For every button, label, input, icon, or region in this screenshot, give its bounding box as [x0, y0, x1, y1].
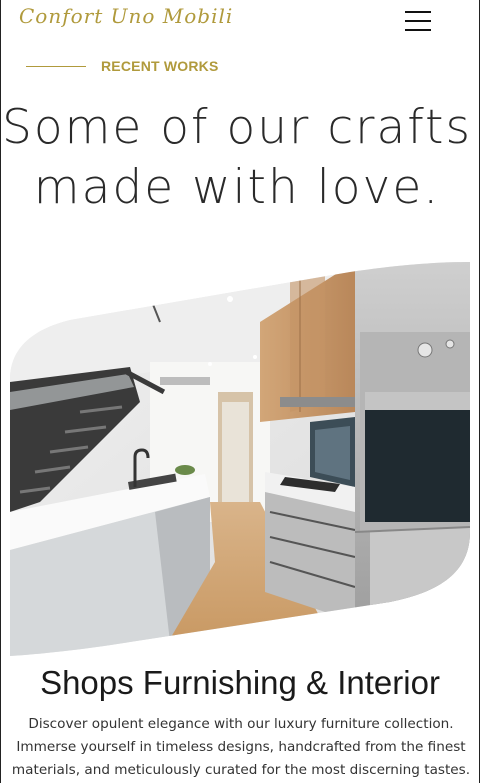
kitchen-photo	[10, 262, 470, 656]
headline-line-1: Some of our crafts	[2, 100, 472, 155]
hamburger-menu-icon[interactable]	[405, 9, 433, 33]
section-headline: Some of our crafts made with love.	[1, 98, 473, 218]
menu-bar-middle	[405, 20, 431, 22]
brand-logo[interactable]: Confort Uno Mobili	[19, 4, 233, 28]
site-header: Confort Uno Mobili	[1, 0, 479, 44]
menu-bar-top	[405, 11, 431, 13]
project-description: Discover opulent elegance with our luxur…	[11, 716, 471, 778]
section-eyebrow: RECENT WORKS	[26, 58, 219, 74]
menu-bar-bottom	[405, 29, 431, 31]
project-title: Shops Furnishing & Interior	[40, 664, 440, 701]
eyebrow-divider	[26, 65, 86, 67]
headline-line-2: made with love.	[33, 160, 441, 215]
eyebrow-label: RECENT WORKS	[101, 58, 219, 74]
hero-kitchen-image	[10, 262, 470, 656]
